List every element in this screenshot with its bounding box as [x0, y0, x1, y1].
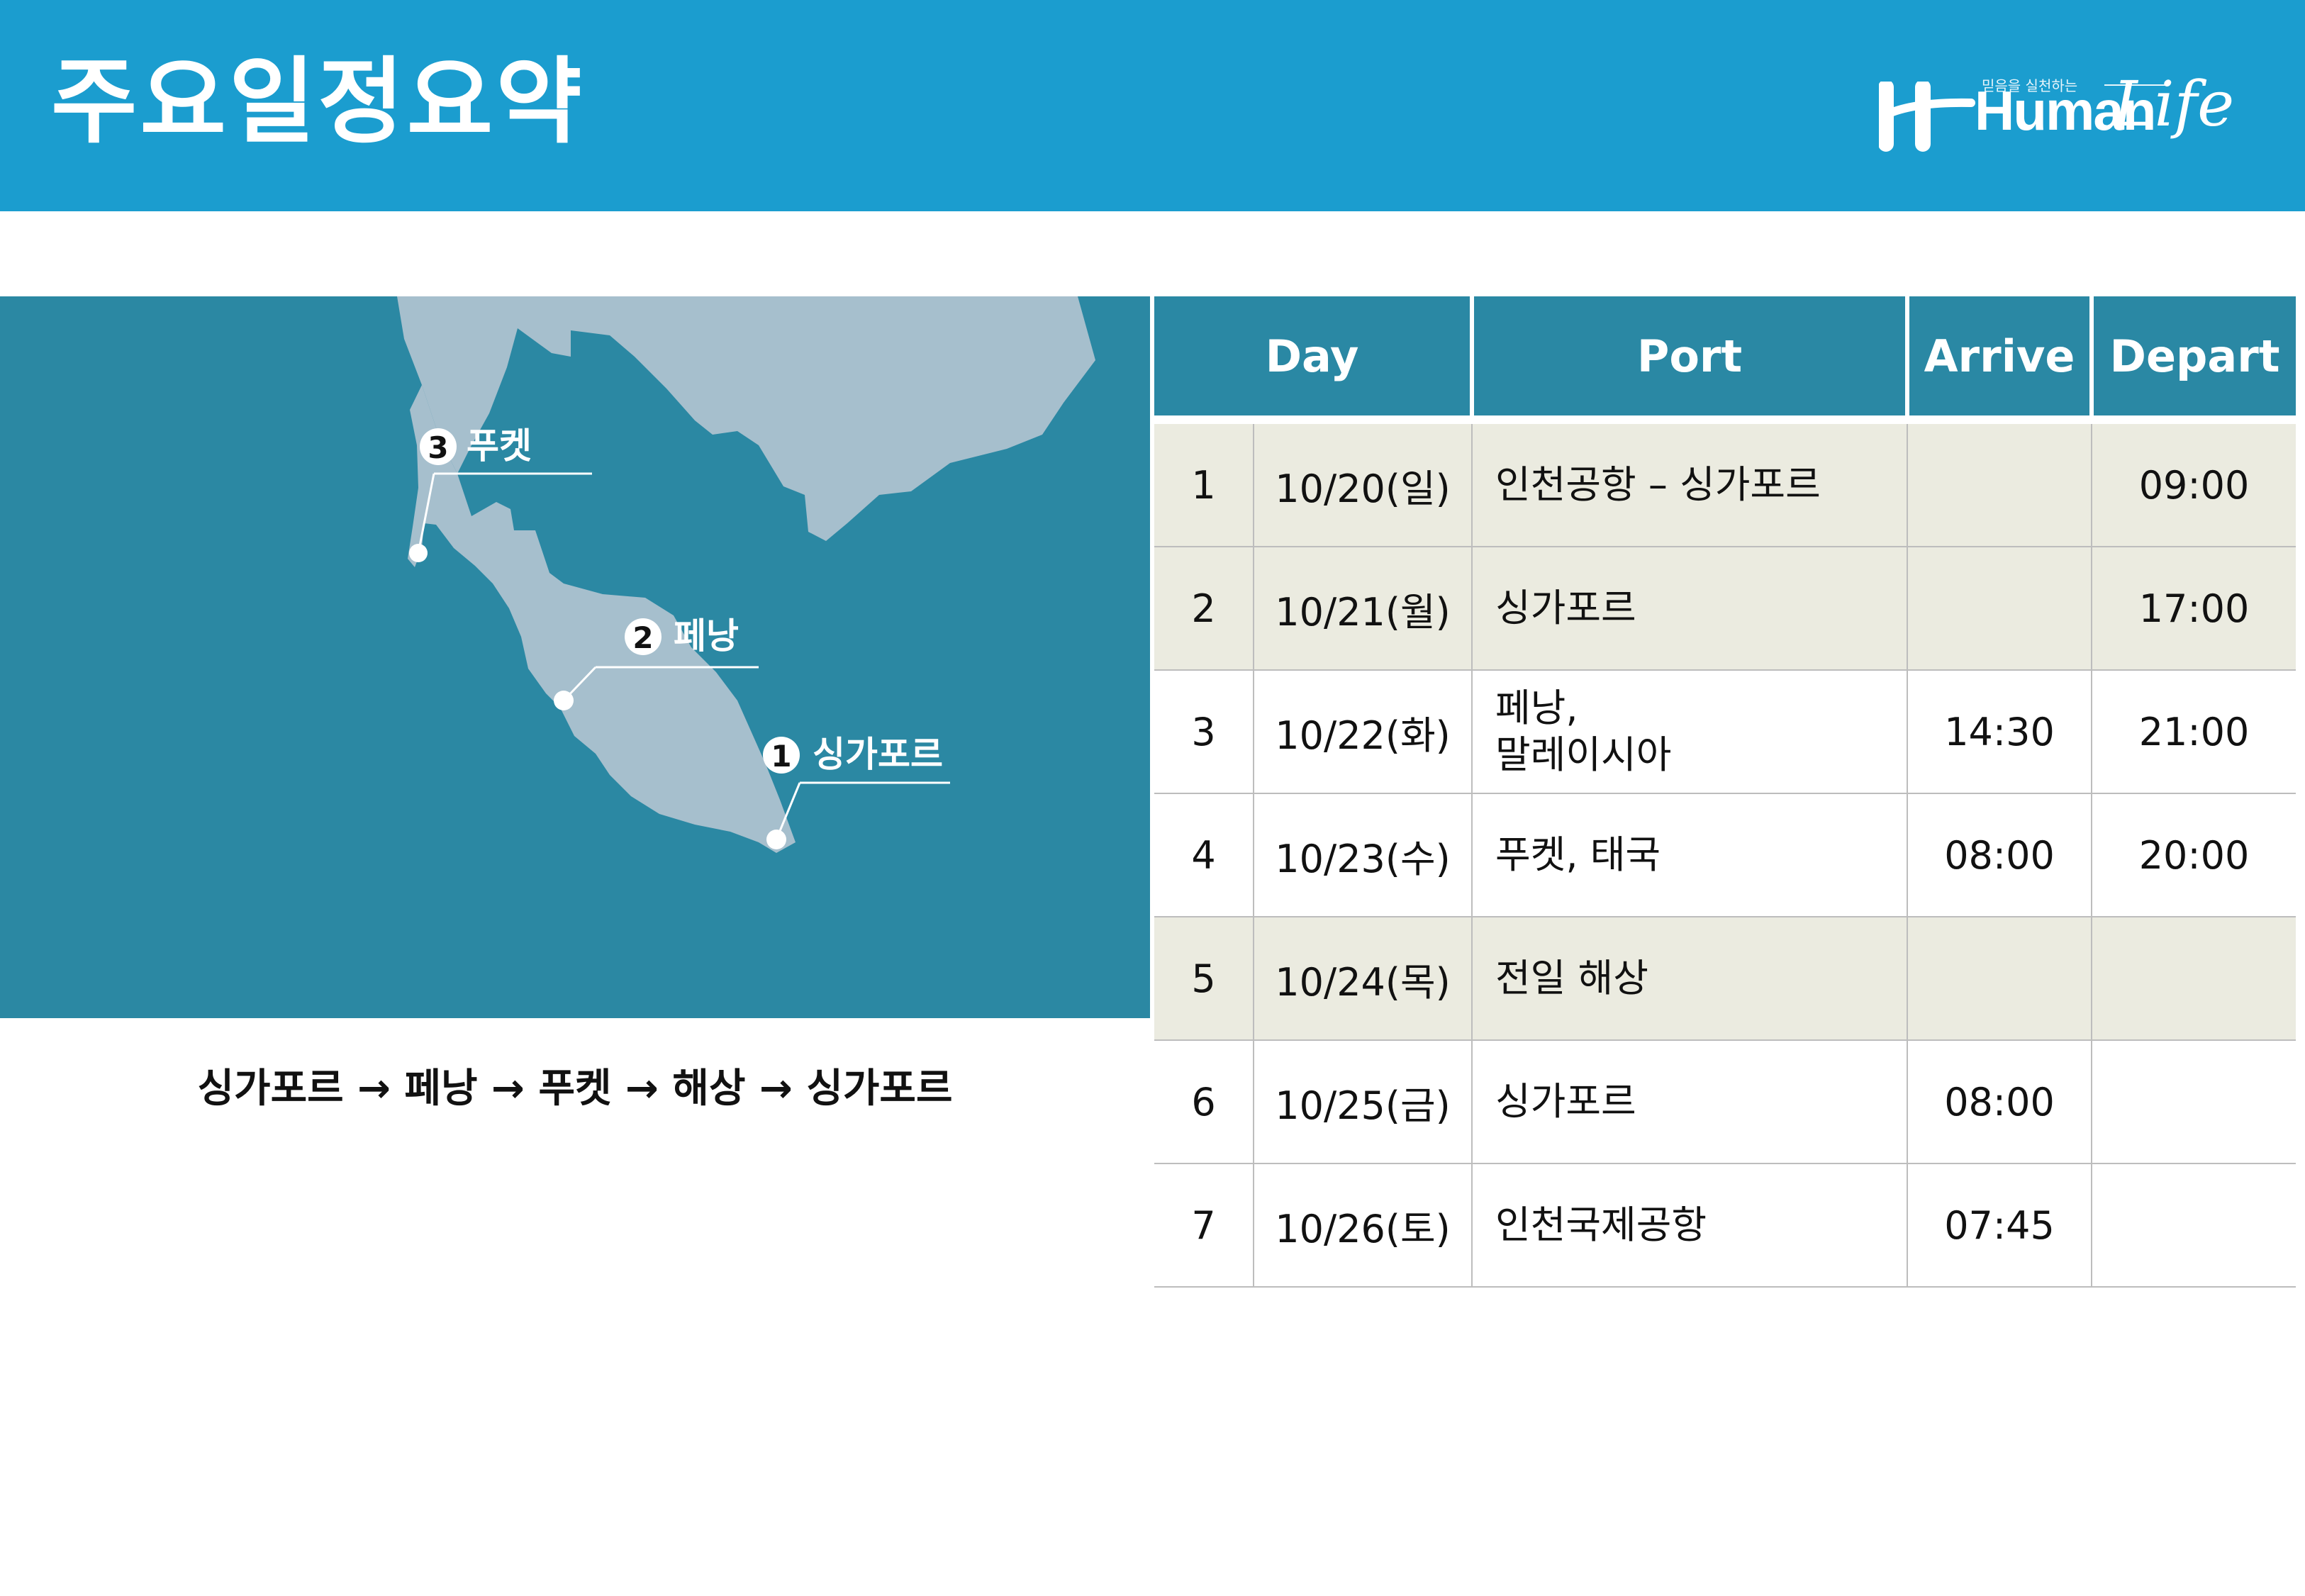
port-cell: 인천공항 – 싱가포르 — [1471, 420, 1907, 547]
port-cell: 전일 해상 — [1471, 917, 1907, 1041]
day-number-cell: 6 — [1154, 1040, 1254, 1164]
logo-script: Life — [2113, 67, 2235, 140]
day-number-cell: 5 — [1154, 917, 1254, 1041]
date-cell: 10/24(목) — [1253, 917, 1472, 1041]
table-row: 5 10/24(목) 전일 해상 — [1154, 917, 2296, 1041]
arrive-cell — [1907, 547, 2092, 671]
schedule-body: 1 10/20(일) 인천공항 – 싱가포르 09:00 2 10/21(월) 싱가포르 17… — [1154, 420, 2296, 1288]
header-depart: Depart — [2089, 296, 2296, 424]
depart-cell: 20:00 — [2091, 793, 2296, 917]
arrive-cell — [1907, 917, 2092, 1041]
arrive-cell: 08:00 — [1907, 1040, 2092, 1164]
port-line: 인천공항 – 싱가포르 — [1495, 462, 1821, 508]
port-line: 싱가포르 — [1495, 586, 1636, 631]
depart-cell: 21:00 — [2091, 670, 2296, 794]
header-day: Day — [1154, 296, 1472, 424]
route-map: 3 푸켓 2 페낭 1 싱가포르 — [0, 296, 1150, 1018]
schedule-table: Day Port Arrive Depart 1 10/20(일) 인천공항 – 싱… — [1154, 296, 2296, 1288]
date-cell: 10/22(화) — [1253, 670, 1472, 794]
port-line: 페낭, — [1495, 686, 1578, 731]
port-line: 푸켓, 태국 — [1495, 832, 1661, 878]
date-cell: 10/25(금) — [1253, 1040, 1472, 1164]
table-row: 2 10/21(월) 싱가포르 17:00 — [1154, 547, 2296, 671]
depart-cell: 09:00 — [2091, 420, 2296, 547]
header-arrive: Arrive — [1905, 296, 2092, 424]
date-cell: 10/21(월) — [1253, 547, 1472, 671]
singapore-pin-icon — [766, 830, 786, 849]
arrive-cell — [1907, 420, 2092, 547]
penang-pin-icon — [554, 691, 574, 710]
phuket-pin-icon — [409, 544, 428, 562]
depart-cell — [2091, 917, 2296, 1041]
port-cell: 싱가포르 — [1471, 1040, 1907, 1164]
phuket-marker-number: 3 — [428, 430, 448, 465]
singapore-marker-label: 싱가포르 — [813, 734, 943, 775]
depart-cell — [2091, 1040, 2296, 1164]
phuket-marker-label: 푸켓 — [467, 425, 532, 467]
table-row: 3 10/22(화) 페낭, 말레이시아 14:30 21:00 — [1154, 670, 2296, 794]
day-number-cell: 2 — [1154, 547, 1254, 671]
port-cell: 페낭, 말레이시아 — [1471, 670, 1907, 794]
day-number-cell: 3 — [1154, 670, 1254, 794]
human-life-logo: 믿음을 실천하는 Human Life — [1879, 67, 2234, 167]
day-number-cell: 1 — [1154, 420, 1254, 547]
page-title: 주요일정요약 — [51, 48, 585, 157]
arrive-cell: 07:45 — [1907, 1163, 2092, 1288]
port-line: 인천국제공항 — [1495, 1202, 1707, 1248]
port-cell: 푸켓, 태국 — [1471, 793, 1907, 917]
penang-marker-number: 2 — [632, 620, 653, 655]
route-summary: 싱가포르 → 페낭 → 푸켓 → 해상 → 싱가포르 — [197, 1066, 953, 1112]
depart-cell — [2091, 1163, 2296, 1288]
day-number-cell: 7 — [1154, 1163, 1254, 1288]
arrive-cell: 14:30 — [1907, 670, 2092, 794]
table-row: 6 10/25(금) 싱가포르 08:00 — [1154, 1040, 2296, 1164]
table-row: 4 10/23(수) 푸켓, 태국 08:00 20:00 — [1154, 793, 2296, 917]
table-row: 1 10/20(일) 인천공항 – 싱가포르 09:00 — [1154, 420, 2296, 547]
date-cell: 10/23(수) — [1253, 793, 1472, 917]
singapore-marker-number: 1 — [771, 739, 791, 774]
logo-h-mark-icon — [1879, 82, 1975, 152]
table-row: 7 10/26(토) 인천국제공항 07:45 — [1154, 1163, 2296, 1288]
day-number-cell: 4 — [1154, 793, 1254, 917]
depart-cell: 17:00 — [2091, 547, 2296, 671]
penang-marker-label: 페낭 — [674, 615, 739, 657]
port-cell: 싱가포르 — [1471, 547, 1907, 671]
port-line: 전일 해상 — [1495, 956, 1648, 1001]
header-port: Port — [1470, 296, 1907, 424]
port-line: 싱가포르 — [1495, 1079, 1636, 1125]
schedule-header-row: Day Port Arrive Depart — [1154, 296, 2296, 424]
port-cell: 인천국제공항 — [1471, 1163, 1907, 1288]
header-bar: 주요일정요약 믿음을 실천하는 Human Life — [0, 0, 2305, 211]
date-cell: 10/26(토) — [1253, 1163, 1472, 1288]
date-cell: 10/20(일) — [1253, 420, 1472, 547]
arrive-cell: 08:00 — [1907, 793, 2092, 917]
port-line: 말레이시아 — [1495, 732, 1672, 777]
